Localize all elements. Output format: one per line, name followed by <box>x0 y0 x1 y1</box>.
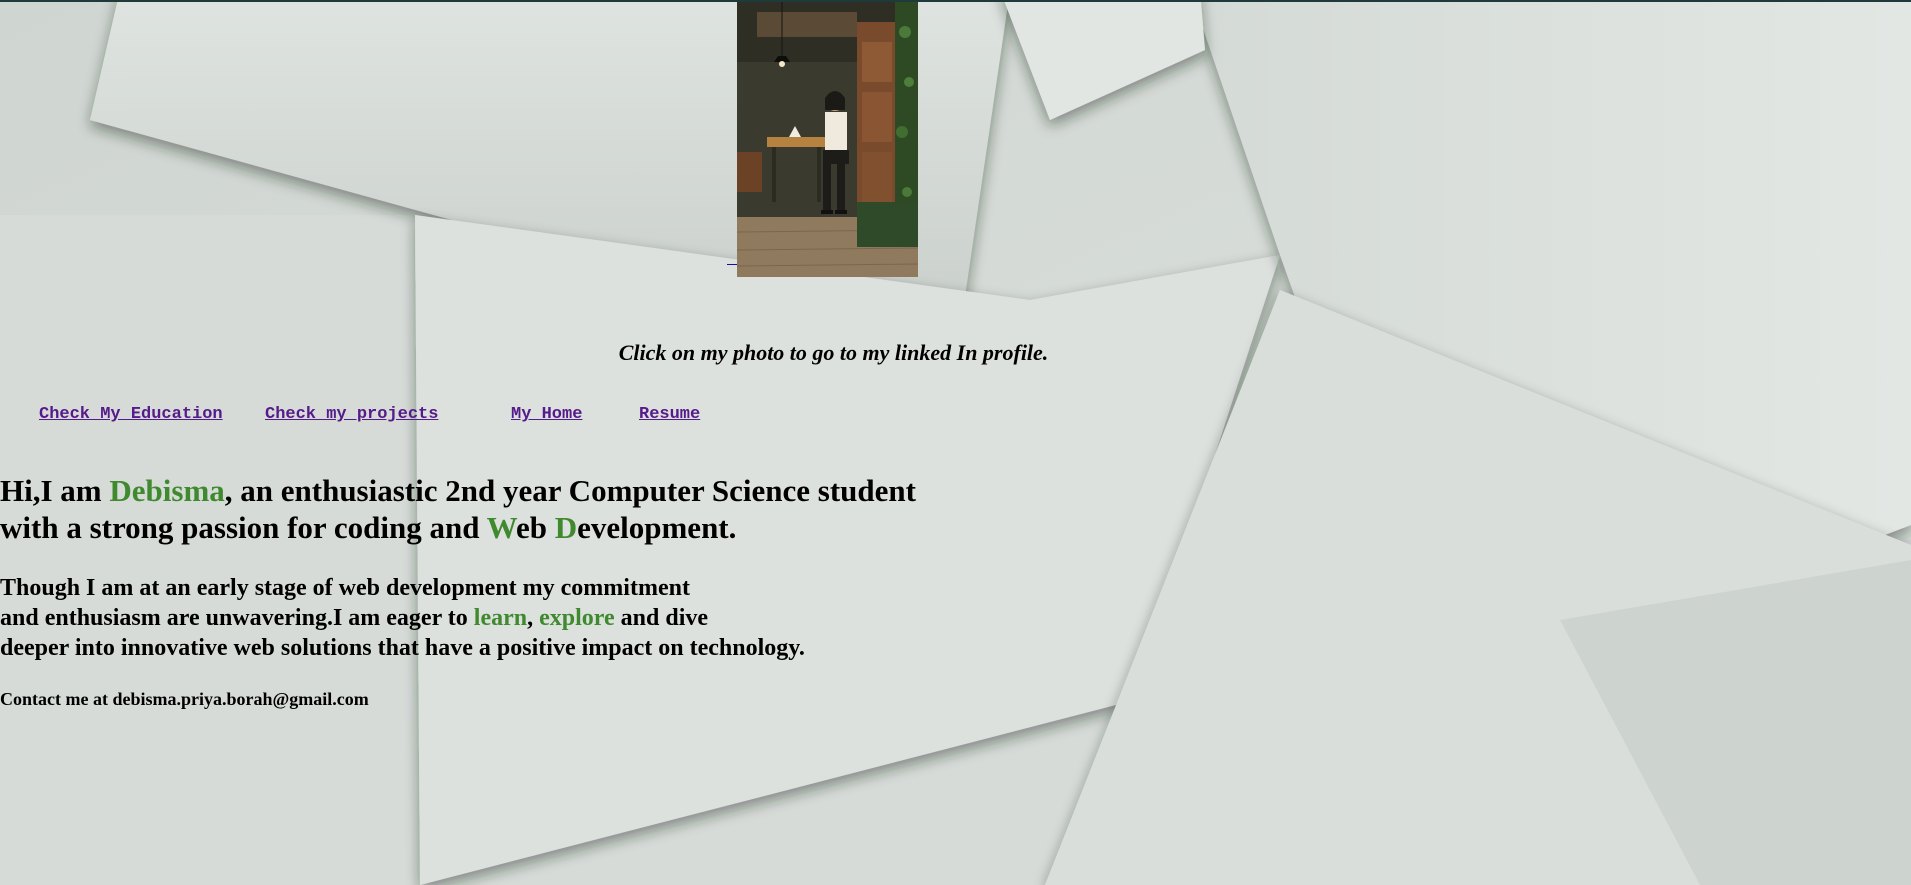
nav-education-link[interactable]: Check My Education <box>39 405 223 424</box>
about-line: Though I am at an early stage of web dev… <box>0 575 690 601</box>
about-line: deeper into innovative web solutions tha… <box>0 635 805 661</box>
intro-heading: Hi,I am Debisma, an enthusiastic 2nd yea… <box>0 472 916 546</box>
name-highlight: Debisma <box>109 473 225 508</box>
profile-photo[interactable] <box>737 2 918 277</box>
photo-caption: Click on my photo to go to my linked In … <box>618 340 1049 365</box>
intro-text: , an enthusiastic 2nd year Computer Scie… <box>224 473 916 508</box>
nav-home-link[interactable]: My Home <box>511 405 582 424</box>
contact-text: Contact me at debisma.priya.borah@gmail.… <box>0 689 369 709</box>
about-line: and enthusiasm are unwavering.I am eager… <box>0 605 474 631</box>
learn-highlight: learn <box>473 605 528 631</box>
intro-text: Hi,I am <box>0 473 110 508</box>
about-paragraph: Though I am at an early stage of web dev… <box>0 573 805 663</box>
nav-resume-link[interactable]: Resume <box>639 405 700 424</box>
explore-highlight: explore <box>539 605 615 631</box>
intro-text: with a strong passion for coding and <box>0 510 487 545</box>
about-text: , <box>527 605 540 631</box>
page-content: Click on my photo to go to my linked In … <box>0 0 1911 885</box>
link-underline <box>727 264 737 265</box>
nav-projects-link[interactable]: Check my projects <box>265 405 438 424</box>
about-text: and dive <box>614 605 709 631</box>
intro-text: eb <box>515 510 555 545</box>
dev-initial-highlight: D <box>554 510 578 545</box>
intro-text: evelopment. <box>577 510 737 545</box>
web-initial-highlight: W <box>486 510 516 545</box>
